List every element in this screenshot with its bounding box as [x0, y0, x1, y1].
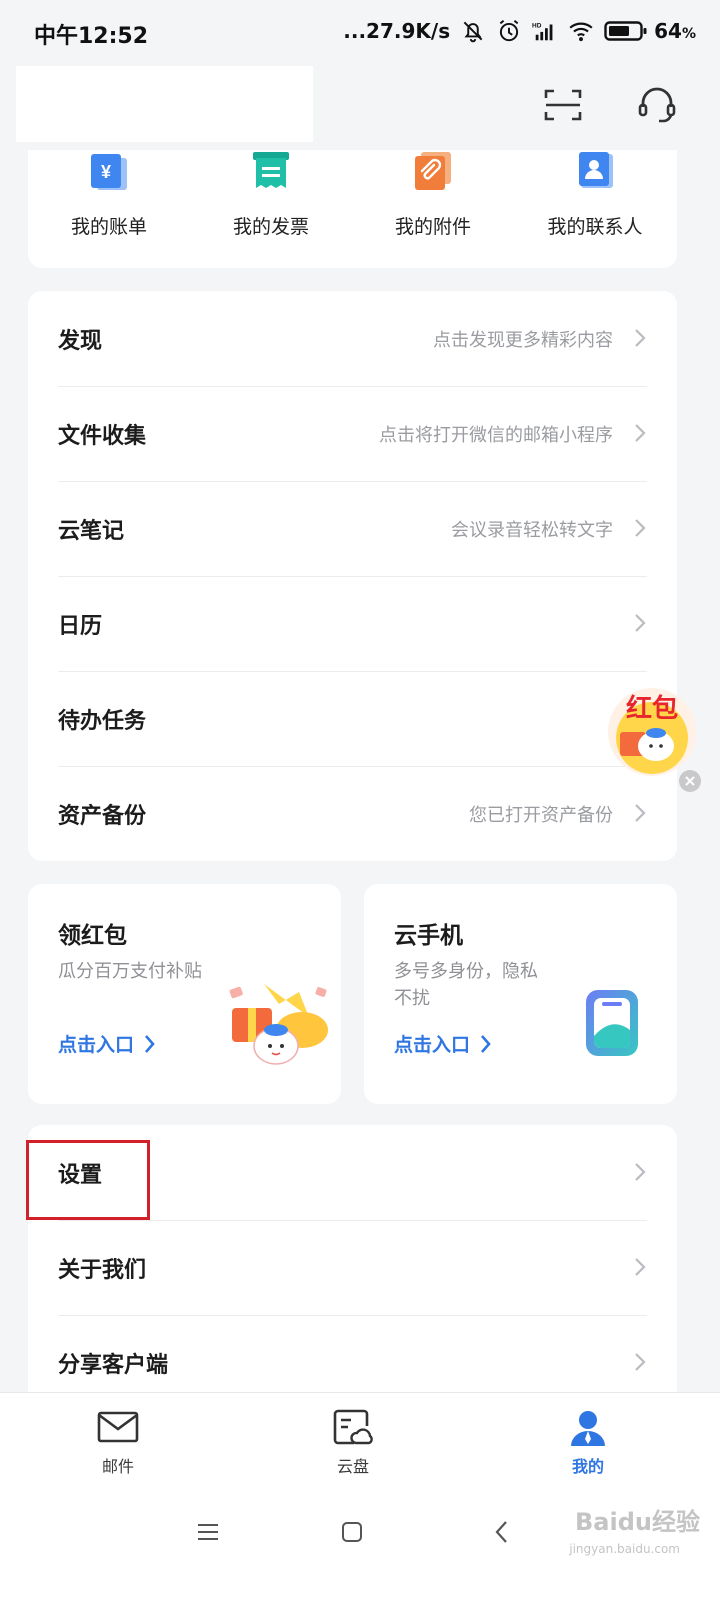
menu-row-cloud-notes[interactable]: 云笔记 会议录音轻松转文字 [28, 481, 677, 576]
menu-nav-button[interactable] [188, 1512, 228, 1552]
attachment-icon [415, 152, 451, 190]
tab-mail[interactable]: 邮件 [58, 1393, 178, 1485]
menu-row-title: 关于我们 [58, 1258, 147, 1283]
menu-row-subtitle: 您已打开资产备份 [469, 805, 613, 826]
watermark-url: jingyan.baidu.com [569, 1542, 680, 1556]
chevron-right-icon [635, 329, 646, 347]
menu-row-title: 资产备份 [58, 804, 147, 829]
account-area[interactable] [16, 66, 313, 142]
back-icon [495, 1521, 507, 1543]
menu-row-discover[interactable]: 发现 点击发现更多精彩内容 [28, 291, 677, 386]
menu-icon [198, 1524, 218, 1540]
quick-action-label: 我的发票 [232, 216, 309, 238]
menu-row-title: 日历 [58, 614, 103, 639]
menu-row-todo[interactable]: 待办任务 [28, 671, 677, 766]
chevron-right-icon [635, 519, 646, 537]
battery: 64% [604, 19, 696, 43]
settings-highlight-box [26, 1140, 150, 1220]
back-nav-button[interactable] [482, 1512, 522, 1552]
menu-row-calendar[interactable]: 日历 [28, 576, 677, 671]
customer-service-icon [638, 87, 676, 123]
chevron-right-icon [635, 1258, 646, 1276]
hd-signal-icon: HD [532, 22, 553, 41]
status-icons: ...27.9K/s HD 64% [343, 16, 696, 46]
cloud-phone-icon [586, 990, 638, 1056]
tab-label: 我的 [571, 1457, 604, 1476]
quick-action-label: 我的附件 [394, 216, 471, 238]
chevron-right-icon [635, 424, 646, 442]
red-packet-illustration [229, 984, 328, 1065]
home-square-icon [342, 1522, 362, 1542]
battery-icon [604, 21, 647, 41]
menu-row-about[interactable]: 关于我们 [28, 1220, 677, 1315]
chevron-right-icon [145, 1034, 155, 1053]
svg-text:¥: ¥ [101, 162, 111, 182]
chevron-right-icon [635, 1353, 646, 1371]
status-time: 中午12:52 [34, 24, 149, 49]
promo-title: 领红包 [58, 923, 127, 949]
menu-row-subtitle: 点击将打开微信的邮箱小程序 [379, 425, 613, 446]
menu-row-share[interactable]: 分享客户端 [28, 1315, 677, 1392]
close-icon [685, 776, 695, 786]
invoice-icon [253, 152, 289, 188]
promo-title: 云手机 [394, 923, 463, 949]
menu-row-title: 待办任务 [58, 709, 147, 734]
primary-menu-card: 发现 点击发现更多精彩内容 文件收集 点击将打开微信的邮箱小程序 云笔记 会议录… [28, 291, 677, 861]
wifi-icon [569, 22, 593, 42]
quick-action-label: 我的账单 [70, 216, 147, 238]
menu-row-asset-backup[interactable]: 资产备份 您已打开资产备份 [28, 766, 677, 861]
alarm-icon [499, 19, 519, 42]
tab-profile[interactable]: 我的 [528, 1393, 648, 1485]
status-bar: 中午12:52 ...27.9K/s HD 64% [0, 0, 720, 64]
tab-label: 邮件 [101, 1457, 134, 1476]
quick-action-contacts[interactable]: 我的联系人 [514, 150, 676, 268]
quick-action-label: 我的联系人 [547, 216, 643, 238]
floating-close-button[interactable] [679, 770, 701, 792]
bottom-tab-bar: 邮件 云盘 我的 [0, 1392, 720, 1485]
chevron-right-icon [635, 1163, 646, 1181]
promo-desc: 多号多身份，隐私不扰 [394, 961, 538, 1009]
menu-row-title: 分享客户端 [58, 1353, 169, 1378]
quick-action-bill[interactable]: ¥ 我的账单 [28, 150, 190, 268]
promo-red-packet[interactable]: 领红包 瓜分百万支付补贴 点击入口 [28, 884, 341, 1104]
menu-row-subtitle: 点击发现更多精彩内容 [433, 330, 613, 351]
svg-text:HD: HD [532, 22, 542, 29]
scan-button[interactable] [538, 80, 588, 130]
customer-service-button[interactable] [632, 80, 682, 130]
chevron-right-icon [635, 804, 646, 822]
home-nav-button[interactable] [332, 1512, 372, 1552]
menu-row-title: 文件收集 [58, 424, 147, 449]
menu-row-subtitle: 会议录音轻松转文字 [451, 520, 613, 541]
quick-action-attachment[interactable]: 我的附件 [352, 150, 514, 268]
promo-link-label: 点击入口 [58, 1034, 135, 1056]
floating-red-packet[interactable]: 红包 [606, 686, 698, 778]
bill-icon: ¥ [91, 154, 127, 190]
promo-cloud-phone[interactable]: 云手机 多号多身份，隐私不扰 点击入口 [364, 884, 677, 1104]
tab-label: 云盘 [336, 1457, 369, 1476]
menu-row-title: 云笔记 [58, 519, 125, 544]
menu-row-file-collect[interactable]: 文件收集 点击将打开微信的邮箱小程序 [28, 386, 677, 481]
promo-desc: 瓜分百万支付补贴 [58, 961, 202, 982]
quick-actions-card: ¥ 我的账单 我的发票 我的附件 我的联系人 [28, 150, 677, 268]
header [0, 64, 720, 150]
battery-percent: 64% [654, 19, 696, 43]
chevron-right-icon [635, 614, 646, 632]
contacts-icon [579, 152, 613, 188]
system-navigation-bar: Baidu经验 jingyan.baidu.com [0, 1484, 720, 1600]
bell-off-icon [463, 21, 483, 43]
watermark: Baidu经验 [575, 1508, 700, 1536]
chevron-right-icon [481, 1034, 491, 1053]
quick-action-invoice[interactable]: 我的发票 [190, 150, 352, 268]
scan-icon [544, 89, 582, 121]
tab-cloud-drive[interactable]: 云盘 [293, 1393, 413, 1485]
cloud-drive-icon [333, 1409, 373, 1445]
mail-icon [97, 1411, 139, 1443]
network-speed: ...27.9K/s [343, 19, 451, 43]
profile-icon [571, 1411, 605, 1446]
menu-row-title: 发现 [58, 329, 103, 354]
red-packet-badge-label: 红包 [625, 694, 678, 724]
promo-link-label: 点击入口 [394, 1034, 471, 1056]
promo-link[interactable]: 点击入口 [58, 1030, 156, 1057]
promo-link[interactable]: 点击入口 [394, 1030, 492, 1057]
